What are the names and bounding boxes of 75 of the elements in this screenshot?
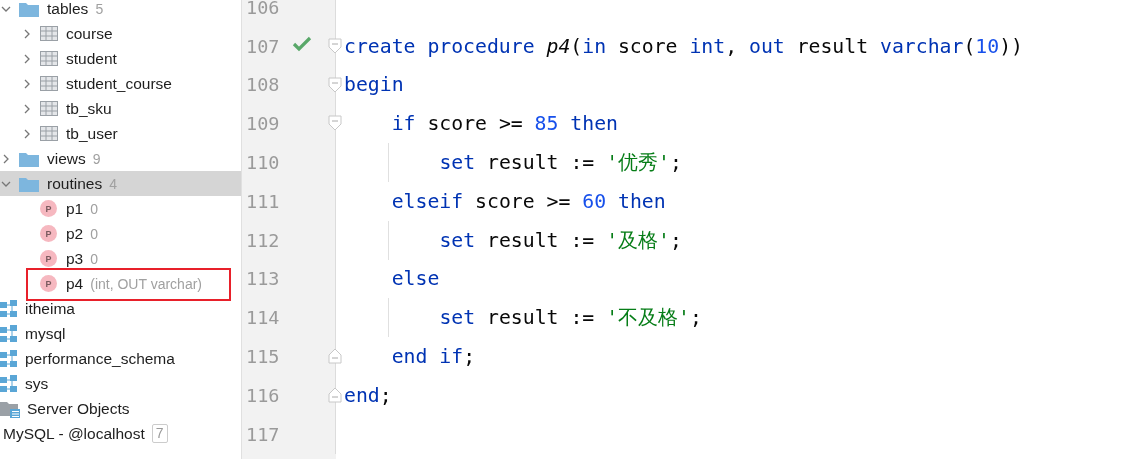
procedure-icon: P xyxy=(40,250,57,267)
count-badge: 7 xyxy=(151,424,168,443)
item-count: 9 xyxy=(92,150,101,167)
line-number: 111 xyxy=(246,190,280,212)
chevron-icon[interactable] xyxy=(1,153,11,164)
line-number: 113 xyxy=(246,268,280,290)
tree-item-label[interactable]: tb_sku xyxy=(66,99,112,118)
schema-label[interactable]: mysql xyxy=(25,324,66,343)
tree-item-label[interactable]: tables xyxy=(47,0,89,18)
schema-label[interactable]: itheima xyxy=(25,299,75,318)
chevron-icon[interactable] xyxy=(22,53,32,64)
line-number: 114 xyxy=(246,307,280,329)
fold-marker-icon[interactable] xyxy=(328,115,342,132)
schema-label[interactable]: sys xyxy=(25,374,49,393)
tree-item-label[interactable]: course xyxy=(66,24,113,43)
line-number: 108 xyxy=(246,74,280,96)
folder-icon xyxy=(19,0,39,17)
table-icon xyxy=(40,126,58,141)
tree-item-label[interactable]: routines xyxy=(47,174,103,193)
item-count: 5 xyxy=(95,0,104,17)
folder-icon xyxy=(19,175,39,192)
tree-item-label[interactable]: tb_user xyxy=(66,124,118,143)
schema-icon xyxy=(0,299,18,318)
procedure-icon: P xyxy=(40,275,57,292)
tree-item-label[interactable]: student_course xyxy=(66,74,172,93)
line-number: 117 xyxy=(246,423,280,445)
line-number: 116 xyxy=(246,384,280,406)
code-line: elseif score >= 60 then xyxy=(391,189,666,213)
table-icon xyxy=(40,51,58,66)
code-line: end; xyxy=(344,383,392,407)
connection-label[interactable]: MySQL - @localhost xyxy=(3,424,145,443)
tree-item-label[interactable]: views xyxy=(47,149,86,168)
code-line: if score >= 85 then xyxy=(391,112,618,136)
line-number: 107 xyxy=(246,35,280,57)
fold-marker-icon[interactable] xyxy=(328,37,342,54)
folder-icon xyxy=(19,150,39,167)
item-detail: 0 xyxy=(90,200,99,217)
tree-item-label[interactable]: p2 xyxy=(66,224,84,243)
tree-item-label[interactable]: student xyxy=(66,49,117,68)
item-detail: 0 xyxy=(90,250,99,267)
tree-item-label[interactable]: p3 xyxy=(66,249,84,268)
chevron-icon[interactable] xyxy=(22,103,32,114)
check-icon xyxy=(292,35,312,52)
chevron-icon[interactable] xyxy=(22,78,32,89)
code-line: set result := '优秀'; xyxy=(439,150,682,177)
code-line: create procedure p4(in score int, out result varchar(10)) xyxy=(344,34,1023,58)
chevron-icon[interactable] xyxy=(22,28,32,39)
table-icon xyxy=(40,101,58,116)
item-detail: (int, OUT varchar) xyxy=(90,275,202,292)
fold-marker-icon[interactable] xyxy=(328,76,342,93)
code-line: set result := '及格'; xyxy=(439,227,682,254)
item-detail: 0 xyxy=(90,225,99,242)
tree-item-label[interactable]: p1 xyxy=(66,199,84,218)
line-number: 109 xyxy=(246,113,280,135)
code-line: end if; xyxy=(391,345,476,369)
line-number: 106 xyxy=(246,0,280,18)
chevron-icon[interactable] xyxy=(22,128,32,139)
schema-icon xyxy=(0,324,18,343)
code-line: begin xyxy=(344,73,404,97)
table-icon xyxy=(40,76,58,91)
procedure-icon: P xyxy=(40,225,57,242)
code-line: set result := '不及格'; xyxy=(439,305,702,332)
line-number: 115 xyxy=(246,346,280,368)
schema-icon xyxy=(0,374,18,393)
code-line: else xyxy=(391,267,440,291)
schema-label[interactable]: performance_schema xyxy=(25,349,175,368)
table-icon xyxy=(40,26,58,41)
tree-item-label[interactable]: p4 xyxy=(66,274,84,293)
fold-marker-icon[interactable] xyxy=(328,348,342,365)
line-number: 112 xyxy=(246,229,280,251)
fold-marker-icon[interactable] xyxy=(328,386,342,403)
procedure-icon: P xyxy=(40,200,57,217)
line-number: 110 xyxy=(246,152,280,174)
tree-item-label[interactable]: Server Objects xyxy=(27,399,130,418)
schema-icon xyxy=(0,349,18,368)
